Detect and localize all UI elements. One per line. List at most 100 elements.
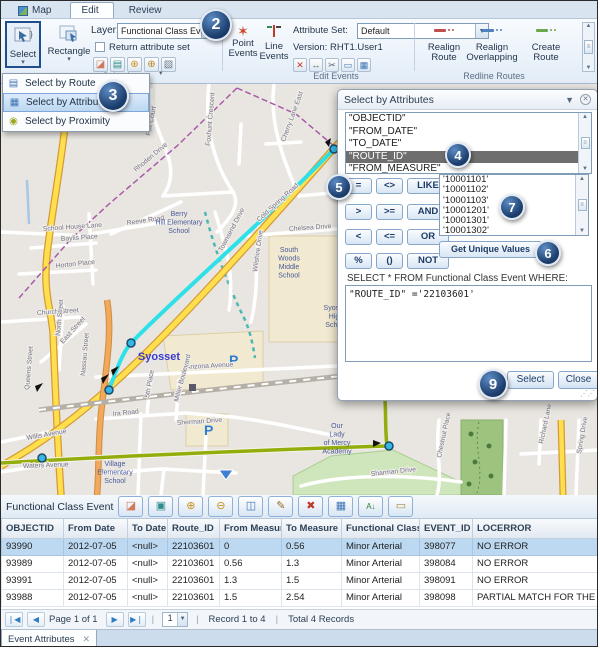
next-page-button[interactable]: ▶ (106, 612, 124, 627)
rectangle-icon (58, 24, 80, 47)
operator-button->[interactable]: > (345, 204, 372, 220)
app-window: MapEditReview } Select ▾ Rectangle ▾ Lay… (0, 0, 598, 647)
column-header-from-measure[interactable]: From Measure (220, 519, 282, 538)
pan-to-selection-icon[interactable]: ⊕ (144, 57, 159, 72)
field-item[interactable]: "FROM_DATE" (346, 126, 591, 139)
value-item[interactable]: '10001302' (440, 226, 588, 236)
line-events-icon (265, 23, 283, 42)
total-records-label: Total 4 Records (288, 614, 354, 625)
point-events-button[interactable]: ✶ Point Events (228, 23, 258, 75)
last-page-button[interactable]: ▶❘ (128, 612, 146, 627)
line-events-button[interactable]: Line Events (259, 23, 289, 75)
get-unique-values-button[interactable]: Get Unique Values (439, 241, 542, 258)
save-results-button[interactable]: ◫ (238, 496, 263, 517)
table-row[interactable]: 939882012-07-05<null>221036011.52.54Mino… (2, 589, 599, 606)
where-clause-input[interactable]: "ROUTE_ID" ='22103601' (345, 285, 592, 362)
event-form-icon[interactable]: ▭ (341, 58, 355, 72)
switch-selection-button[interactable]: ▣ (148, 496, 173, 517)
sort-records-button[interactable]: A↓ (358, 496, 383, 517)
operator-button-%[interactable]: % (345, 253, 372, 269)
field-list[interactable]: "OBJECTID""FROM_DATE""TO_DATE""ROUTE_ID"… (345, 112, 592, 174)
realign-overlapping-button-icon (482, 25, 502, 35)
realign-overlapping-button[interactable]: RealignOverlapping (469, 25, 515, 73)
operator-button-<=[interactable]: <= (376, 229, 403, 245)
operator-button-<>[interactable]: <> (376, 178, 403, 194)
field-list-scrollbar[interactable]: ▲≡▼ (578, 113, 591, 173)
pagination-bar: ❘◀ ◀ Page 1 of 1 ▶ ▶❘ | 1▼ | Record 1 to… (1, 609, 598, 629)
edit-selected-button[interactable]: ✎ (268, 496, 293, 517)
selection-options-icon[interactable]: ▧ (161, 57, 176, 72)
column-header-to-date[interactable]: To Date (128, 519, 168, 538)
attribute-grid: OBJECTIDFrom DateTo DateRoute_IDFrom Mea… (1, 519, 598, 609)
callout-7: 7 (499, 194, 525, 220)
table-row[interactable]: 939892012-07-05<null>221036010.561.3Mino… (2, 555, 599, 572)
attribute-set-button[interactable]: ▦ (328, 496, 353, 517)
operator-button-()[interactable]: () (376, 253, 403, 269)
column-header-from-date[interactable]: From Date (64, 519, 128, 538)
scroll-thumb[interactable]: ≡ (584, 40, 593, 54)
select-caret-icon: ▾ (21, 60, 25, 66)
trim-event-icon[interactable]: ✂ (325, 58, 339, 72)
field-item[interactable]: "OBJECTID" (346, 113, 591, 126)
selection-tools: ◪▤⊕⊕▧ (93, 54, 178, 72)
column-header-to-measure[interactable]: To Measure (282, 519, 342, 538)
column-header-route_id[interactable]: Route_ID (168, 519, 220, 538)
menu-item-select-by-proximity[interactable]: ◉Select by Proximity (3, 112, 149, 131)
operator-button-<[interactable]: < (345, 229, 372, 245)
dialog-titlebar[interactable]: Select by Attributes ▼ ✕ (338, 90, 597, 110)
column-header-objectid[interactable]: OBJECTID (2, 519, 64, 538)
scroll-up-icon[interactable]: ▲ (586, 23, 592, 29)
delete-selected-button[interactable]: ✖ (298, 496, 323, 517)
callout-6: 6 (535, 240, 561, 266)
rectangle-caret-icon: ▾ (67, 57, 71, 63)
rectangle-button[interactable]: Rectangle ▾ (47, 24, 91, 68)
dialog-collapse-icon[interactable]: ▼ (565, 95, 574, 105)
point-events-icon: ✶ (237, 23, 249, 39)
first-page-button[interactable]: ❘◀ (5, 612, 23, 627)
tab-map[interactable]: Map (7, 2, 66, 18)
return-attribute-set-label: Return attribute set (109, 42, 190, 53)
prev-page-button[interactable]: ◀ (27, 612, 45, 627)
column-header-locerror[interactable]: LOCERROR (473, 519, 599, 538)
scroll-down-icon[interactable]: ▼ (586, 65, 592, 71)
column-header-event_id[interactable]: EVENT_ID (420, 519, 473, 538)
attribute-toolbar: Functional Class Event ◪▣⊕⊖◫✎✖▦A↓▭ (1, 495, 598, 519)
value-list-scrollbar[interactable]: ▲≡▼ (575, 175, 588, 235)
dialog-close-button[interactable]: Close (558, 371, 598, 389)
operator-button->=[interactable]: >= (376, 204, 403, 220)
city-label: Syosset (138, 351, 181, 363)
clear-selection-icon[interactable]: ◪ (93, 57, 108, 72)
page-number-select[interactable]: 1▼ (162, 612, 188, 627)
selection-list-icon[interactable]: ▤ (110, 57, 125, 72)
select-by-attributes-icon: ▦ (8, 97, 21, 108)
tab-review[interactable]: Review (118, 2, 177, 18)
table-row[interactable]: 939902012-07-05<null>2210360100.56Minor … (2, 538, 599, 555)
dialog-select-button[interactable]: Select (507, 371, 554, 389)
tab-close-icon[interactable]: ✕ (82, 634, 90, 645)
event-grid-icon[interactable]: ▦ (357, 58, 371, 72)
zoom-to-selection-icon[interactable]: ⊕ (127, 57, 142, 72)
ribbon-scrollbar[interactable]: ▲ ≡ ▼ (582, 22, 595, 72)
panel-tabs: Event Attributes ✕ (1, 629, 598, 647)
select-icon: } (12, 25, 34, 50)
tab-edit[interactable]: Edit (70, 2, 113, 18)
table-row[interactable]: 939912012-07-05<null>221036011.31.5Minor… (2, 572, 599, 589)
resize-grip[interactable]: ⋰⋰ (580, 389, 594, 398)
split-event-icon[interactable]: ✕ (293, 58, 307, 72)
dialog-close-icon[interactable]: ✕ (580, 94, 591, 105)
pan-to-selection-button[interactable]: ⊖ (208, 496, 233, 517)
return-attribute-set-checkbox[interactable] (95, 42, 105, 52)
column-header-functional-class[interactable]: Functional Class (342, 519, 420, 538)
callout-4: 4 (445, 142, 471, 168)
field-item[interactable]: "FROM_MEASURE" (346, 163, 591, 174)
record-range-label: Record 1 to 4 (209, 614, 266, 625)
select-button[interactable]: } Select ▾ (5, 21, 41, 68)
open-form-button[interactable]: ▭ (388, 496, 413, 517)
create-route-button[interactable]: CreateRoute (523, 25, 569, 73)
merge-event-icon[interactable]: ↔ (309, 58, 323, 72)
realign-route-button[interactable]: RealignRoute (421, 25, 467, 73)
attribute-panel: Functional Class Event ◪▣⊕⊖◫✎✖▦A↓▭ OBJEC… (1, 495, 598, 647)
clear-selection-button[interactable]: ◪ (118, 496, 143, 517)
event-attributes-tab[interactable]: Event Attributes ✕ (1, 630, 97, 647)
zoom-to-selection-button[interactable]: ⊕ (178, 496, 203, 517)
